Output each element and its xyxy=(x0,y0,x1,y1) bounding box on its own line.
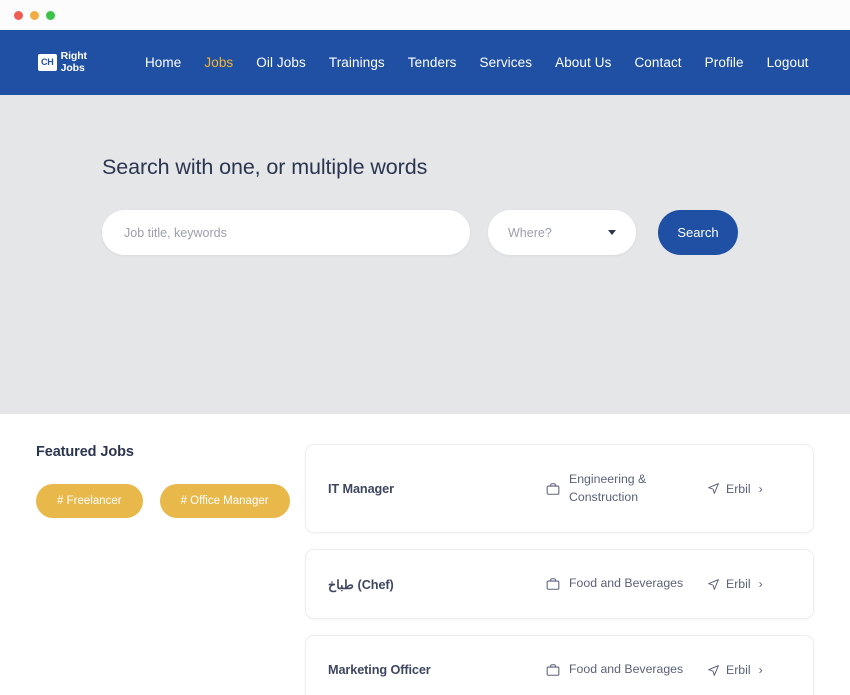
job-title: Marketing Officer xyxy=(328,663,431,677)
location-select[interactable]: Where? xyxy=(488,210,636,255)
nav-link-home[interactable]: Home xyxy=(145,55,181,70)
featured-tag-list: # Freelancer # Office Manager xyxy=(36,484,305,518)
job-category-text: Food and Beverages xyxy=(569,662,684,677)
featured-jobs-sidebar: Featured Jobs # Freelancer # Office Mana… xyxy=(0,444,305,695)
send-location-icon xyxy=(707,578,720,591)
job-location: Erbil › xyxy=(707,577,791,591)
search-row: Where? Search xyxy=(102,210,850,255)
briefcase-icon xyxy=(546,577,560,591)
hero-search-section: Search with one, or multiple words Where… xyxy=(0,95,850,414)
nav-link-tenders[interactable]: Tenders xyxy=(408,55,457,70)
navbar-links: Home Jobs Oil Jobs Trainings Tenders Ser… xyxy=(145,55,809,70)
chevron-right-icon: › xyxy=(758,663,763,677)
close-window-dot[interactable] xyxy=(14,10,23,20)
featured-tag-office-manager[interactable]: # Office Manager xyxy=(159,484,290,518)
logo-wordmark: Right Jobs xyxy=(61,51,87,73)
job-location-text: Erbil xyxy=(726,481,751,496)
nav-link-services[interactable]: Services xyxy=(480,55,533,70)
search-keyword-input[interactable] xyxy=(102,210,470,255)
search-button[interactable]: Search xyxy=(658,210,738,255)
job-location-text: Erbil xyxy=(726,663,751,677)
chevron-down-icon xyxy=(608,230,616,235)
nav-link-profile[interactable]: Profile xyxy=(705,55,744,70)
job-list: IT Manager Engineering & Construction Er… xyxy=(305,444,850,695)
chevron-right-icon: › xyxy=(758,577,763,591)
logo-badge-text: CH xyxy=(38,54,57,71)
nav-link-trainings[interactable]: Trainings xyxy=(329,55,385,70)
job-card[interactable]: Marketing Officer Food and Beverages Erb… xyxy=(305,635,814,695)
job-location-text: Erbil xyxy=(726,577,751,591)
featured-jobs-title: Featured Jobs xyxy=(36,444,134,460)
nav-link-jobs[interactable]: Jobs xyxy=(204,55,233,70)
job-category: Engineering & Construction xyxy=(546,471,707,507)
briefcase-icon xyxy=(546,482,560,496)
job-category-text: Engineering & Construction xyxy=(569,471,647,504)
job-card[interactable]: IT Manager Engineering & Construction Er… xyxy=(305,444,814,533)
job-title: طباخ (Chef) xyxy=(328,577,394,592)
job-category: Food and Beverages xyxy=(546,575,707,593)
job-title: IT Manager xyxy=(328,481,394,496)
maximize-window-dot[interactable] xyxy=(46,10,55,20)
briefcase-icon xyxy=(546,663,560,677)
job-location: Erbil › xyxy=(707,482,791,496)
send-location-icon xyxy=(707,482,720,495)
location-select-value: Where? xyxy=(508,225,552,240)
page-content: Featured Jobs # Freelancer # Office Mana… xyxy=(0,414,850,695)
nav-link-contact[interactable]: Contact xyxy=(634,55,681,70)
job-card[interactable]: طباخ (Chef) Food and Beverages Erbil › xyxy=(305,549,814,619)
job-category-text: Food and Beverages xyxy=(569,576,684,591)
minimize-window-dot[interactable] xyxy=(30,10,39,20)
chevron-right-icon: › xyxy=(758,481,763,496)
nav-link-logout[interactable]: Logout xyxy=(767,55,809,70)
featured-tag-freelancer[interactable]: # Freelancer xyxy=(36,484,143,518)
browser-chrome-bar xyxy=(0,0,850,30)
nav-link-about-us[interactable]: About Us xyxy=(555,55,611,70)
main-navbar: CH Right Jobs Home Jobs Oil Jobs Trainin… xyxy=(0,30,850,95)
logo-line-2: Jobs xyxy=(60,61,85,74)
job-location: Erbil › xyxy=(707,663,791,677)
hero-title: Search with one, or multiple words xyxy=(102,155,428,179)
send-location-icon xyxy=(707,664,720,677)
site-logo[interactable]: CH Right Jobs xyxy=(38,51,87,73)
nav-link-oil-jobs[interactable]: Oil Jobs xyxy=(256,55,306,70)
job-category: Food and Beverages xyxy=(546,661,707,679)
